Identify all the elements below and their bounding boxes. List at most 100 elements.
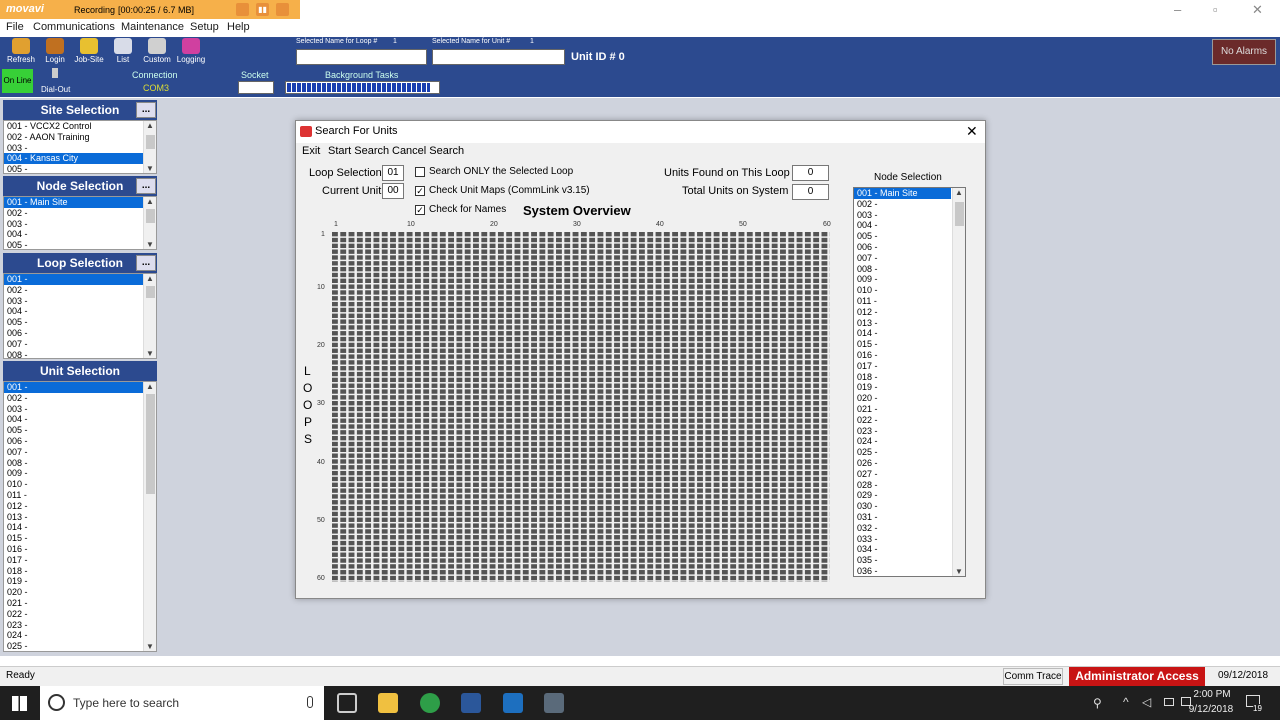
camera-button[interactable] — [236, 3, 249, 16]
search-only-checkbox[interactable] — [415, 167, 425, 177]
list-item[interactable]: 019 - — [4, 576, 156, 587]
logging-button[interactable]: Logging — [174, 38, 208, 66]
list-item[interactable]: 005 - — [4, 240, 156, 249]
list-item[interactable]: 030 - — [854, 501, 965, 512]
list-item[interactable]: 012 - — [854, 307, 965, 318]
list-item[interactable]: 007 - — [4, 447, 156, 458]
chevron-down-icon[interactable]: ▼ — [146, 240, 154, 249]
chevron-down-icon[interactable]: ▼ — [955, 567, 963, 576]
system-overview-grid[interactable] — [332, 232, 830, 582]
list-item[interactable]: 032 - — [854, 523, 965, 534]
list-item-selected[interactable]: 001 - Main Site — [4, 197, 156, 208]
loop-selection-field[interactable]: 01 — [382, 165, 404, 181]
scroll-thumb[interactable] — [146, 209, 155, 223]
unit-cell-grid[interactable] — [332, 232, 830, 582]
list-item[interactable]: 019 - — [854, 382, 965, 393]
list-item[interactable]: 006 - — [4, 436, 156, 447]
list-item[interactable]: 021 - — [854, 404, 965, 415]
list-item[interactable]: 012 - — [4, 501, 156, 512]
unit-list[interactable]: 001 - 002 - 003 - 004 - 005 - 006 - 007 … — [3, 381, 157, 652]
list-item[interactable]: 010 - — [854, 285, 965, 296]
windows-start-icon[interactable] — [12, 696, 27, 711]
list-item[interactable]: 027 - — [854, 469, 965, 480]
list-item[interactable]: 003 - — [4, 296, 156, 307]
site-more-button[interactable]: ... — [136, 102, 156, 118]
close-window-button[interactable]: ✕ — [1252, 2, 1263, 18]
login-button[interactable]: Login — [38, 38, 72, 66]
chevron-up-icon[interactable]: ▲ — [146, 121, 154, 130]
chevron-up-icon[interactable]: ▲ — [955, 188, 963, 197]
list-item[interactable]: 005 - — [4, 164, 156, 173]
list-item[interactable]: 034 - — [854, 544, 965, 555]
commlink-app-icon[interactable] — [503, 693, 523, 713]
menu-file[interactable]: File — [6, 21, 24, 33]
list-item[interactable]: 002 - — [4, 393, 156, 404]
list-item[interactable]: 024 - — [4, 630, 156, 641]
chevron-up-icon[interactable]: ▲ — [146, 274, 154, 283]
word-icon[interactable] — [461, 693, 481, 713]
list-item[interactable]: 033 - — [854, 534, 965, 545]
site-list[interactable]: 001 - VCCX2 Control 002 - AAON Training … — [3, 120, 157, 174]
unit-name-field[interactable] — [432, 49, 565, 65]
list-item[interactable]: 025 - — [854, 447, 965, 458]
scrollbar[interactable]: ▲ ▼ — [143, 121, 156, 173]
list-item[interactable]: 007 - — [854, 253, 965, 264]
list-item[interactable]: 014 - — [4, 522, 156, 533]
scroll-thumb[interactable] — [146, 394, 155, 494]
network-people-icon[interactable]: ⚲ — [1093, 696, 1102, 710]
chevron-down-icon[interactable]: ▼ — [146, 642, 154, 651]
list-item[interactable]: 018 - — [854, 372, 965, 383]
taskbar-search-input[interactable]: Type here to search — [73, 696, 179, 710]
dialout-label[interactable]: Dial-Out — [41, 85, 70, 94]
list-item[interactable]: 016 - — [854, 350, 965, 361]
list-item[interactable]: 009 - — [4, 468, 156, 479]
list-item[interactable]: 008 - — [4, 458, 156, 469]
minimize-button[interactable]: – — [1174, 2, 1181, 17]
chevron-down-icon[interactable]: ▼ — [146, 349, 154, 358]
list-item-selected[interactable]: 001 - — [4, 382, 156, 393]
list-item-selected[interactable]: 004 - Kansas City — [4, 153, 156, 165]
list-item[interactable]: 005 - — [4, 425, 156, 436]
list-item[interactable]: 020 - — [854, 393, 965, 404]
chrome-icon[interactable] — [420, 693, 440, 713]
list-item[interactable]: 009 - — [854, 274, 965, 285]
list-item[interactable]: 002 - — [854, 199, 965, 210]
taskbar-time[interactable]: 2:00 PM — [1191, 689, 1233, 700]
cancel-search-menu[interactable]: Cancel Search — [392, 145, 464, 157]
scrollbar[interactable]: ▲ ▼ — [952, 188, 965, 576]
battery-icon[interactable] — [1164, 698, 1174, 706]
list-item[interactable]: 015 - — [854, 339, 965, 350]
loop-name-field[interactable] — [296, 49, 427, 65]
list-item[interactable]: 035 - — [854, 555, 965, 566]
loop-list[interactable]: 001 - 002 - 003 - 004 - 005 - 006 - 007 … — [3, 273, 157, 359]
recorder-app-icon[interactable] — [544, 693, 564, 713]
list-item[interactable]: 008 - — [4, 350, 156, 358]
list-item[interactable]: 021 - — [4, 598, 156, 609]
loop-more-button[interactable]: ... — [136, 255, 156, 271]
list-item[interactable]: 023 - — [4, 620, 156, 631]
list-item[interactable]: 015 - — [4, 533, 156, 544]
volume-icon[interactable]: ◁ — [1142, 695, 1151, 709]
list-item-selected[interactable]: 001 - Main Site — [854, 188, 951, 199]
list-item[interactable]: 005 - — [4, 317, 156, 328]
menu-help[interactable]: Help — [227, 21, 250, 33]
list-item[interactable]: 003 - — [4, 219, 156, 230]
list-item[interactable]: 020 - — [4, 587, 156, 598]
list-button[interactable]: List — [106, 38, 140, 66]
list-item[interactable]: 023 - — [854, 426, 965, 437]
list-item[interactable]: 029 - — [854, 490, 965, 501]
list-item[interactable]: 018 - — [4, 566, 156, 577]
list-item[interactable]: 010 - — [4, 479, 156, 490]
list-item[interactable]: 002 - — [4, 208, 156, 219]
list-item[interactable]: 013 - — [854, 318, 965, 329]
list-item[interactable]: 024 - — [854, 436, 965, 447]
list-item[interactable]: 004 - — [4, 306, 156, 317]
scroll-thumb[interactable] — [146, 286, 155, 298]
list-item[interactable]: 011 - — [4, 490, 156, 501]
taskbar-search-box[interactable]: Type here to search — [40, 686, 324, 720]
list-item[interactable]: 004 - — [4, 414, 156, 425]
alarms-indicator[interactable]: No Alarms — [1212, 39, 1276, 65]
menu-maintenance[interactable]: Maintenance — [121, 21, 184, 33]
stop-button[interactable] — [276, 3, 289, 16]
list-item[interactable]: 016 - — [4, 544, 156, 555]
